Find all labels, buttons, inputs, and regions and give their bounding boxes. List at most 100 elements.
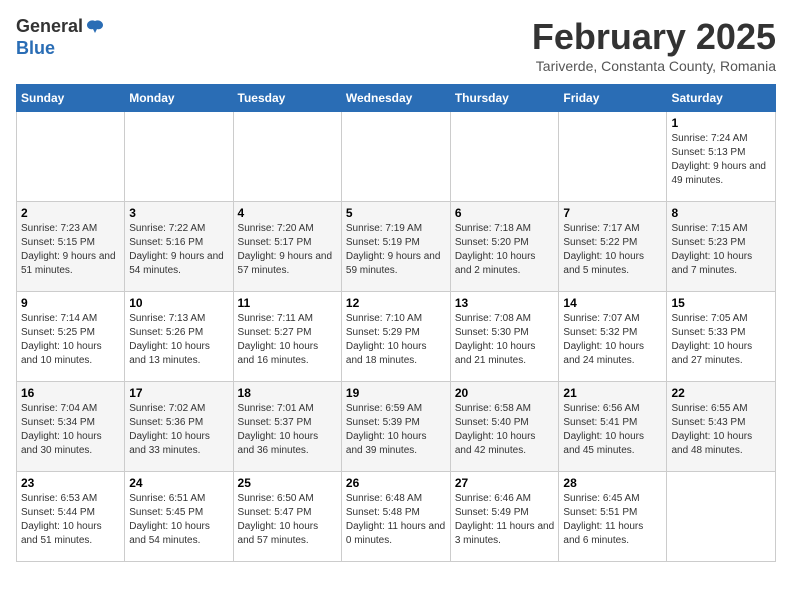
calendar-week-row: 1 Sunrise: 7:24 AM Sunset: 5:13 PM Daylig…	[17, 112, 776, 202]
day-info: Sunrise: 6:56 AM Sunset: 5:41 PM Dayligh…	[563, 402, 662, 458]
day-info: Sunrise: 6:59 AM Sunset: 5:39 PM Dayligh…	[346, 402, 446, 458]
day-info: Sunrise: 6:53 AM Sunset: 5:44 PM Dayligh…	[21, 492, 120, 548]
day-number: 16	[21, 386, 120, 400]
day-number: 23	[21, 476, 120, 490]
table-row	[233, 112, 341, 202]
day-info: Sunrise: 7:23 AM Sunset: 5:15 PM Dayligh…	[21, 222, 120, 278]
day-info: Sunrise: 7:10 AM Sunset: 5:29 PM Dayligh…	[346, 312, 446, 368]
day-info: Sunrise: 7:20 AM Sunset: 5:17 PM Dayligh…	[238, 222, 337, 278]
table-row: 25 Sunrise: 6:50 AM Sunset: 5:47 PM Dayli…	[233, 472, 341, 562]
table-row: 7 Sunrise: 7:17 AM Sunset: 5:22 PM Daylig…	[559, 202, 667, 292]
day-info: Sunrise: 7:02 AM Sunset: 5:36 PM Dayligh…	[129, 402, 228, 458]
day-info: Sunrise: 6:58 AM Sunset: 5:40 PM Dayligh…	[455, 402, 555, 458]
day-info: Sunrise: 6:55 AM Sunset: 5:43 PM Dayligh…	[671, 402, 771, 458]
day-number: 15	[671, 296, 771, 310]
day-info: Sunrise: 7:01 AM Sunset: 5:37 PM Dayligh…	[238, 402, 337, 458]
day-number: 12	[346, 296, 446, 310]
day-number: 1	[671, 116, 771, 130]
day-number: 13	[455, 296, 555, 310]
table-row: 4 Sunrise: 7:20 AM Sunset: 5:17 PM Daylig…	[233, 202, 341, 292]
day-info: Sunrise: 6:46 AM Sunset: 5:49 PM Dayligh…	[455, 492, 555, 548]
table-row: 15 Sunrise: 7:05 AM Sunset: 5:33 PM Dayli…	[667, 292, 776, 382]
col-thursday: Thursday	[450, 85, 559, 112]
day-number: 27	[455, 476, 555, 490]
day-number: 24	[129, 476, 228, 490]
table-row: 16 Sunrise: 7:04 AM Sunset: 5:34 PM Dayli…	[17, 382, 125, 472]
table-row: 6 Sunrise: 7:18 AM Sunset: 5:20 PM Daylig…	[450, 202, 559, 292]
day-number: 9	[21, 296, 120, 310]
table-row	[341, 112, 450, 202]
calendar: Sunday Monday Tuesday Wednesday Thursday…	[16, 84, 776, 562]
day-number: 18	[238, 386, 337, 400]
day-info: Sunrise: 6:45 AM Sunset: 5:51 PM Dayligh…	[563, 492, 662, 548]
calendar-week-row: 23 Sunrise: 6:53 AM Sunset: 5:44 PM Dayli…	[17, 472, 776, 562]
day-info: Sunrise: 7:13 AM Sunset: 5:26 PM Dayligh…	[129, 312, 228, 368]
col-wednesday: Wednesday	[341, 85, 450, 112]
day-info: Sunrise: 6:50 AM Sunset: 5:47 PM Dayligh…	[238, 492, 337, 548]
logo-bird-icon	[85, 17, 105, 37]
table-row: 22Sunrise: 6:55 AM Sunset: 5:43 PM Dayli…	[667, 382, 776, 472]
day-number: 2	[21, 206, 120, 220]
table-row: 12 Sunrise: 7:10 AM Sunset: 5:29 PM Dayli…	[341, 292, 450, 382]
day-info: Sunrise: 7:17 AM Sunset: 5:22 PM Dayligh…	[563, 222, 662, 278]
day-info: Sunrise: 7:14 AM Sunset: 5:25 PM Dayligh…	[21, 312, 120, 368]
day-info: Sunrise: 7:04 AM Sunset: 5:34 PM Dayligh…	[21, 402, 120, 458]
table-row: 20 Sunrise: 6:58 AM Sunset: 5:40 PM Dayli…	[450, 382, 559, 472]
table-row	[667, 472, 776, 562]
day-info: Sunrise: 7:22 AM Sunset: 5:16 PM Dayligh…	[129, 222, 228, 278]
table-row: 28 Sunrise: 6:45 AM Sunset: 5:51 PM Dayli…	[559, 472, 667, 562]
header: General Blue February 2025 Tariverde, Co…	[16, 16, 776, 74]
calendar-week-row: 2 Sunrise: 7:23 AM Sunset: 5:15 PM Daylig…	[17, 202, 776, 292]
table-row: 24 Sunrise: 6:51 AM Sunset: 5:45 PM Dayli…	[125, 472, 233, 562]
table-row: 26Sunrise: 6:48 AM Sunset: 5:48 PM Dayli…	[341, 472, 450, 562]
title-section: February 2025 Tariverde, Constanta Count…	[532, 16, 776, 74]
day-info: Sunrise: 7:11 AM Sunset: 5:27 PM Dayligh…	[238, 312, 337, 368]
logo: General Blue	[16, 16, 105, 59]
table-row	[450, 112, 559, 202]
table-row: 18 Sunrise: 7:01 AM Sunset: 5:37 PM Dayli…	[233, 382, 341, 472]
day-number: 14	[563, 296, 662, 310]
day-number: 28	[563, 476, 662, 490]
day-number: 25	[238, 476, 337, 490]
table-row: 21 Sunrise: 6:56 AM Sunset: 5:41 PM Dayli…	[559, 382, 667, 472]
calendar-week-row: 9 Sunrise: 7:14 AM Sunset: 5:25 PM Daylig…	[17, 292, 776, 382]
logo-blue-text: Blue	[16, 38, 105, 60]
day-number: 11	[238, 296, 337, 310]
day-info: Sunrise: 7:24 AM Sunset: 5:13 PM Dayligh…	[671, 132, 771, 188]
day-number: 10	[129, 296, 228, 310]
day-info: Sunrise: 7:18 AM Sunset: 5:20 PM Dayligh…	[455, 222, 555, 278]
day-info: Sunrise: 6:51 AM Sunset: 5:45 PM Dayligh…	[129, 492, 228, 548]
table-row: 10 Sunrise: 7:13 AM Sunset: 5:26 PM Dayli…	[125, 292, 233, 382]
day-info: Sunrise: 7:08 AM Sunset: 5:30 PM Dayligh…	[455, 312, 555, 368]
day-number: 8	[671, 206, 771, 220]
table-row: 23 Sunrise: 6:53 AM Sunset: 5:44 PM Dayli…	[17, 472, 125, 562]
table-row: 11 Sunrise: 7:11 AM Sunset: 5:27 PM Dayli…	[233, 292, 341, 382]
day-number: 20	[455, 386, 555, 400]
table-row	[559, 112, 667, 202]
table-row: 13 Sunrise: 7:08 AM Sunset: 5:30 PM Dayli…	[450, 292, 559, 382]
table-row: 27 Sunrise: 6:46 AM Sunset: 5:49 PM Dayli…	[450, 472, 559, 562]
day-info: Sunrise: 7:15 AM Sunset: 5:23 PM Dayligh…	[671, 222, 771, 278]
day-number: 17	[129, 386, 228, 400]
col-monday: Monday	[125, 85, 233, 112]
col-friday: Friday	[559, 85, 667, 112]
calendar-header-row: Sunday Monday Tuesday Wednesday Thursday…	[17, 85, 776, 112]
day-number: 5	[346, 206, 446, 220]
table-row	[125, 112, 233, 202]
day-info: Sunrise: 7:05 AM Sunset: 5:33 PM Dayligh…	[671, 312, 771, 368]
day-number: 4	[238, 206, 337, 220]
calendar-week-row: 16 Sunrise: 7:04 AM Sunset: 5:34 PM Dayli…	[17, 382, 776, 472]
table-row: 3 Sunrise: 7:22 AM Sunset: 5:16 PM Daylig…	[125, 202, 233, 292]
table-row	[17, 112, 125, 202]
day-number: 7	[563, 206, 662, 220]
month-title: February 2025	[532, 16, 776, 58]
day-number: 3	[129, 206, 228, 220]
table-row: 5Sunrise: 7:19 AM Sunset: 5:19 PM Daylig…	[341, 202, 450, 292]
day-number: 21	[563, 386, 662, 400]
col-tuesday: Tuesday	[233, 85, 341, 112]
col-saturday: Saturday	[667, 85, 776, 112]
day-number: 6	[455, 206, 555, 220]
table-row: 1 Sunrise: 7:24 AM Sunset: 5:13 PM Daylig…	[667, 112, 776, 202]
day-info: Sunrise: 7:07 AM Sunset: 5:32 PM Dayligh…	[563, 312, 662, 368]
day-info: Sunrise: 6:48 AM Sunset: 5:48 PM Dayligh…	[346, 492, 446, 548]
